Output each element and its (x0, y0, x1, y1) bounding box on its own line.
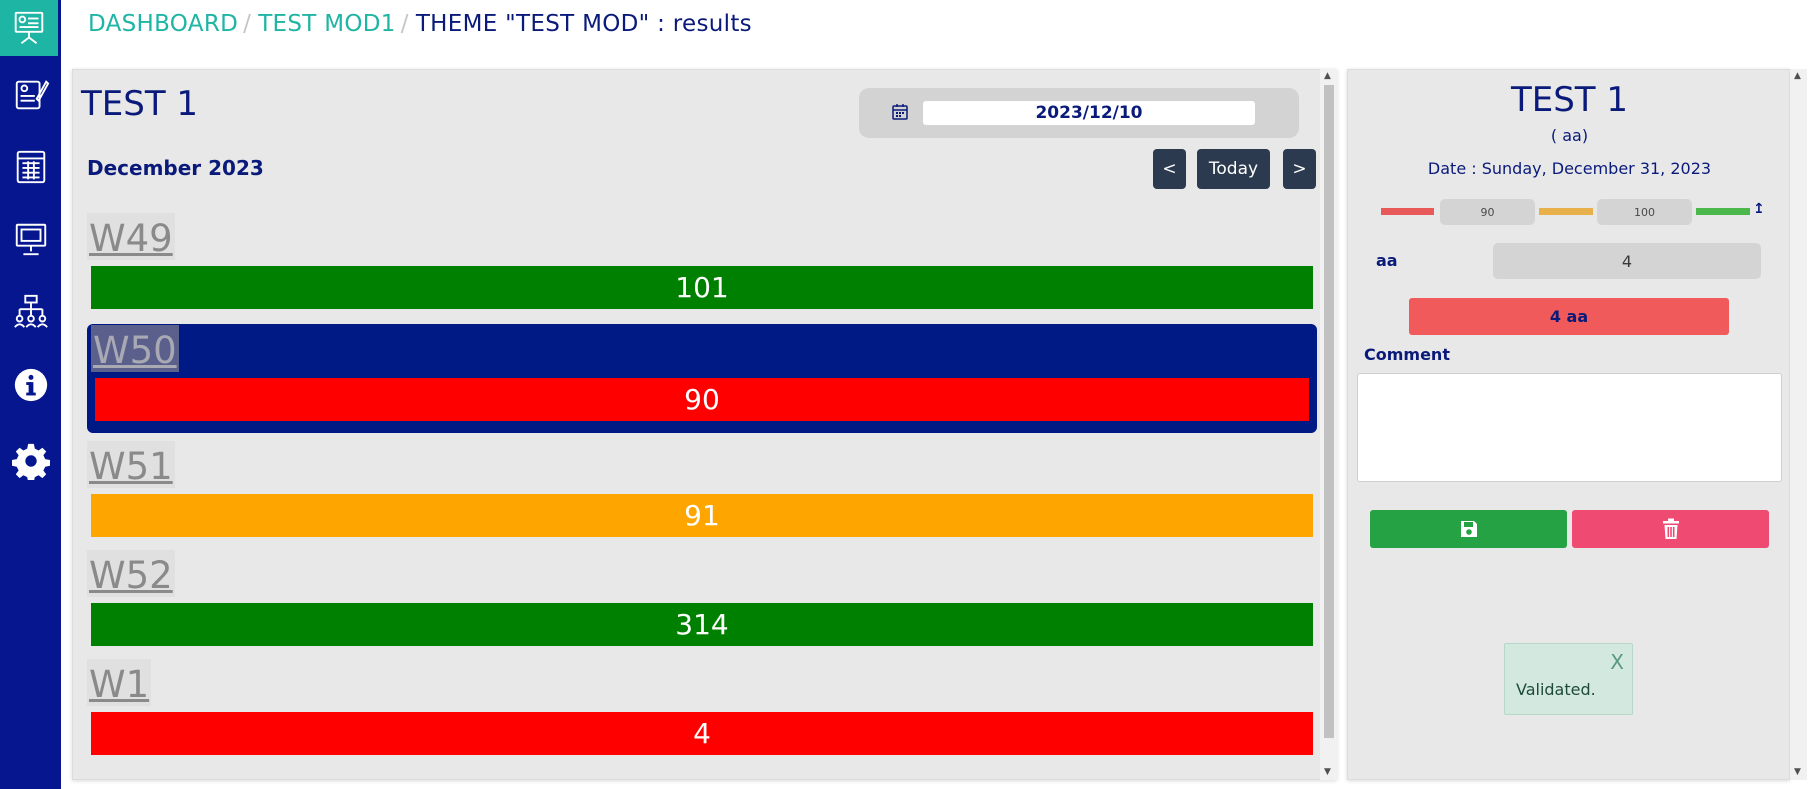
info-icon (14, 368, 47, 402)
week-label[interactable]: W50 (91, 325, 179, 372)
result-detail-panel: TEST 1 ( aa) Date : Sunday, December 31,… (1347, 69, 1790, 780)
sidebar-item-presentation[interactable] (0, 208, 61, 270)
week-value-bar[interactable]: 90 (95, 378, 1309, 421)
weekly-results-panel: TEST 1 2023/12/10 December 2023 < Today … (72, 69, 1337, 780)
scroll-up-icon[interactable]: ▲ (1794, 71, 1801, 81)
week-row[interactable]: W52 314 (87, 550, 1317, 646)
threshold-orange-segment (1539, 208, 1593, 215)
week-label[interactable]: W51 (87, 441, 175, 488)
org-chart-icon (13, 294, 48, 328)
checklist-pencil-icon (15, 80, 49, 110)
today-button[interactable]: Today (1197, 149, 1270, 189)
breadcrumb-dashboard-link[interactable]: DASHBOARD (88, 11, 238, 37)
save-button[interactable] (1370, 510, 1567, 548)
date-input[interactable]: 2023/12/10 (923, 101, 1255, 125)
unit-value-field[interactable]: 4 (1493, 243, 1761, 279)
week-row-selected[interactable]: W50 90 (87, 324, 1317, 433)
month-label: December 2023 (87, 156, 264, 180)
previous-button[interactable]: < (1153, 149, 1186, 189)
threshold-high-value: 100 (1597, 199, 1692, 225)
sidebar (0, 0, 61, 789)
breadcrumb: DASHBOARD / TEST MOD1 / THEME "TEST MOD"… (88, 8, 752, 40)
next-button[interactable]: > (1283, 149, 1316, 189)
sidebar-item-settings[interactable] (0, 430, 61, 492)
presentation-board-icon (14, 11, 44, 44)
comment-textarea[interactable] (1357, 373, 1782, 482)
threshold-low-value: 90 (1440, 199, 1535, 225)
detail-date: Date : Sunday, December 31, 2023 (1427, 159, 1712, 178)
gear-icon (11, 443, 50, 480)
date-picker: 2023/12/10 (859, 88, 1299, 138)
page-title: TEST 1 (81, 84, 199, 124)
sidebar-item-reports[interactable] (0, 136, 61, 198)
week-label[interactable]: W49 (87, 213, 175, 260)
week-value-bar[interactable]: 314 (91, 603, 1313, 646)
week-label[interactable]: W52 (87, 550, 175, 597)
sidebar-item-dashboard[interactable] (0, 0, 58, 56)
sidebar-item-info[interactable] (0, 354, 61, 416)
toast-close-button[interactable]: X (1610, 650, 1624, 674)
sidebar-item-organization[interactable] (0, 281, 61, 343)
result-badge: 4 aa (1409, 298, 1729, 335)
threshold-red-segment (1381, 208, 1434, 215)
detail-scrollbar[interactable]: ▲ ▼ (1790, 69, 1807, 780)
week-value-bar[interactable]: 101 (91, 266, 1313, 309)
week-label[interactable]: W1 (87, 659, 152, 706)
week-value-bar[interactable]: 4 (91, 712, 1313, 755)
projector-screen-icon (15, 223, 46, 256)
comment-label: Comment (1364, 345, 1450, 364)
arrow-up-icon: ↥ (1753, 201, 1765, 217)
week-row[interactable]: W49 101 (87, 213, 1317, 309)
trash-icon (1662, 518, 1679, 539)
main-scrollbar[interactable]: ▲ ▼ (1320, 69, 1337, 780)
toast-message: Validated. (1516, 680, 1596, 699)
unit-label: aa (1376, 251, 1398, 270)
scroll-down-icon[interactable]: ▼ (1324, 767, 1331, 777)
scroll-up-icon[interactable]: ▲ (1324, 71, 1331, 81)
detail-title: TEST 1 (1510, 80, 1629, 120)
delete-button[interactable] (1572, 510, 1769, 548)
sidebar-item-assessment[interactable] (0, 64, 61, 126)
week-row[interactable]: W1 4 (87, 659, 1317, 755)
breadcrumb-separator: / (243, 11, 252, 37)
calendar-icon[interactable] (891, 103, 909, 121)
breadcrumb-current: THEME "TEST MOD" : results (415, 11, 752, 37)
spreadsheet-icon (16, 150, 45, 184)
scroll-thumb[interactable] (1324, 85, 1334, 738)
week-value-bar[interactable]: 91 (91, 494, 1313, 537)
floppy-disk-icon (1460, 521, 1477, 537)
success-toast: X Validated. (1504, 643, 1633, 715)
scroll-down-icon[interactable]: ▼ (1794, 767, 1801, 777)
breadcrumb-module-link[interactable]: TEST MOD1 (258, 11, 396, 37)
breadcrumb-separator: / (400, 11, 409, 37)
week-row[interactable]: W51 91 (87, 441, 1317, 537)
detail-unit-subtitle: ( aa) (1550, 126, 1589, 145)
threshold-green-segment (1696, 208, 1750, 215)
